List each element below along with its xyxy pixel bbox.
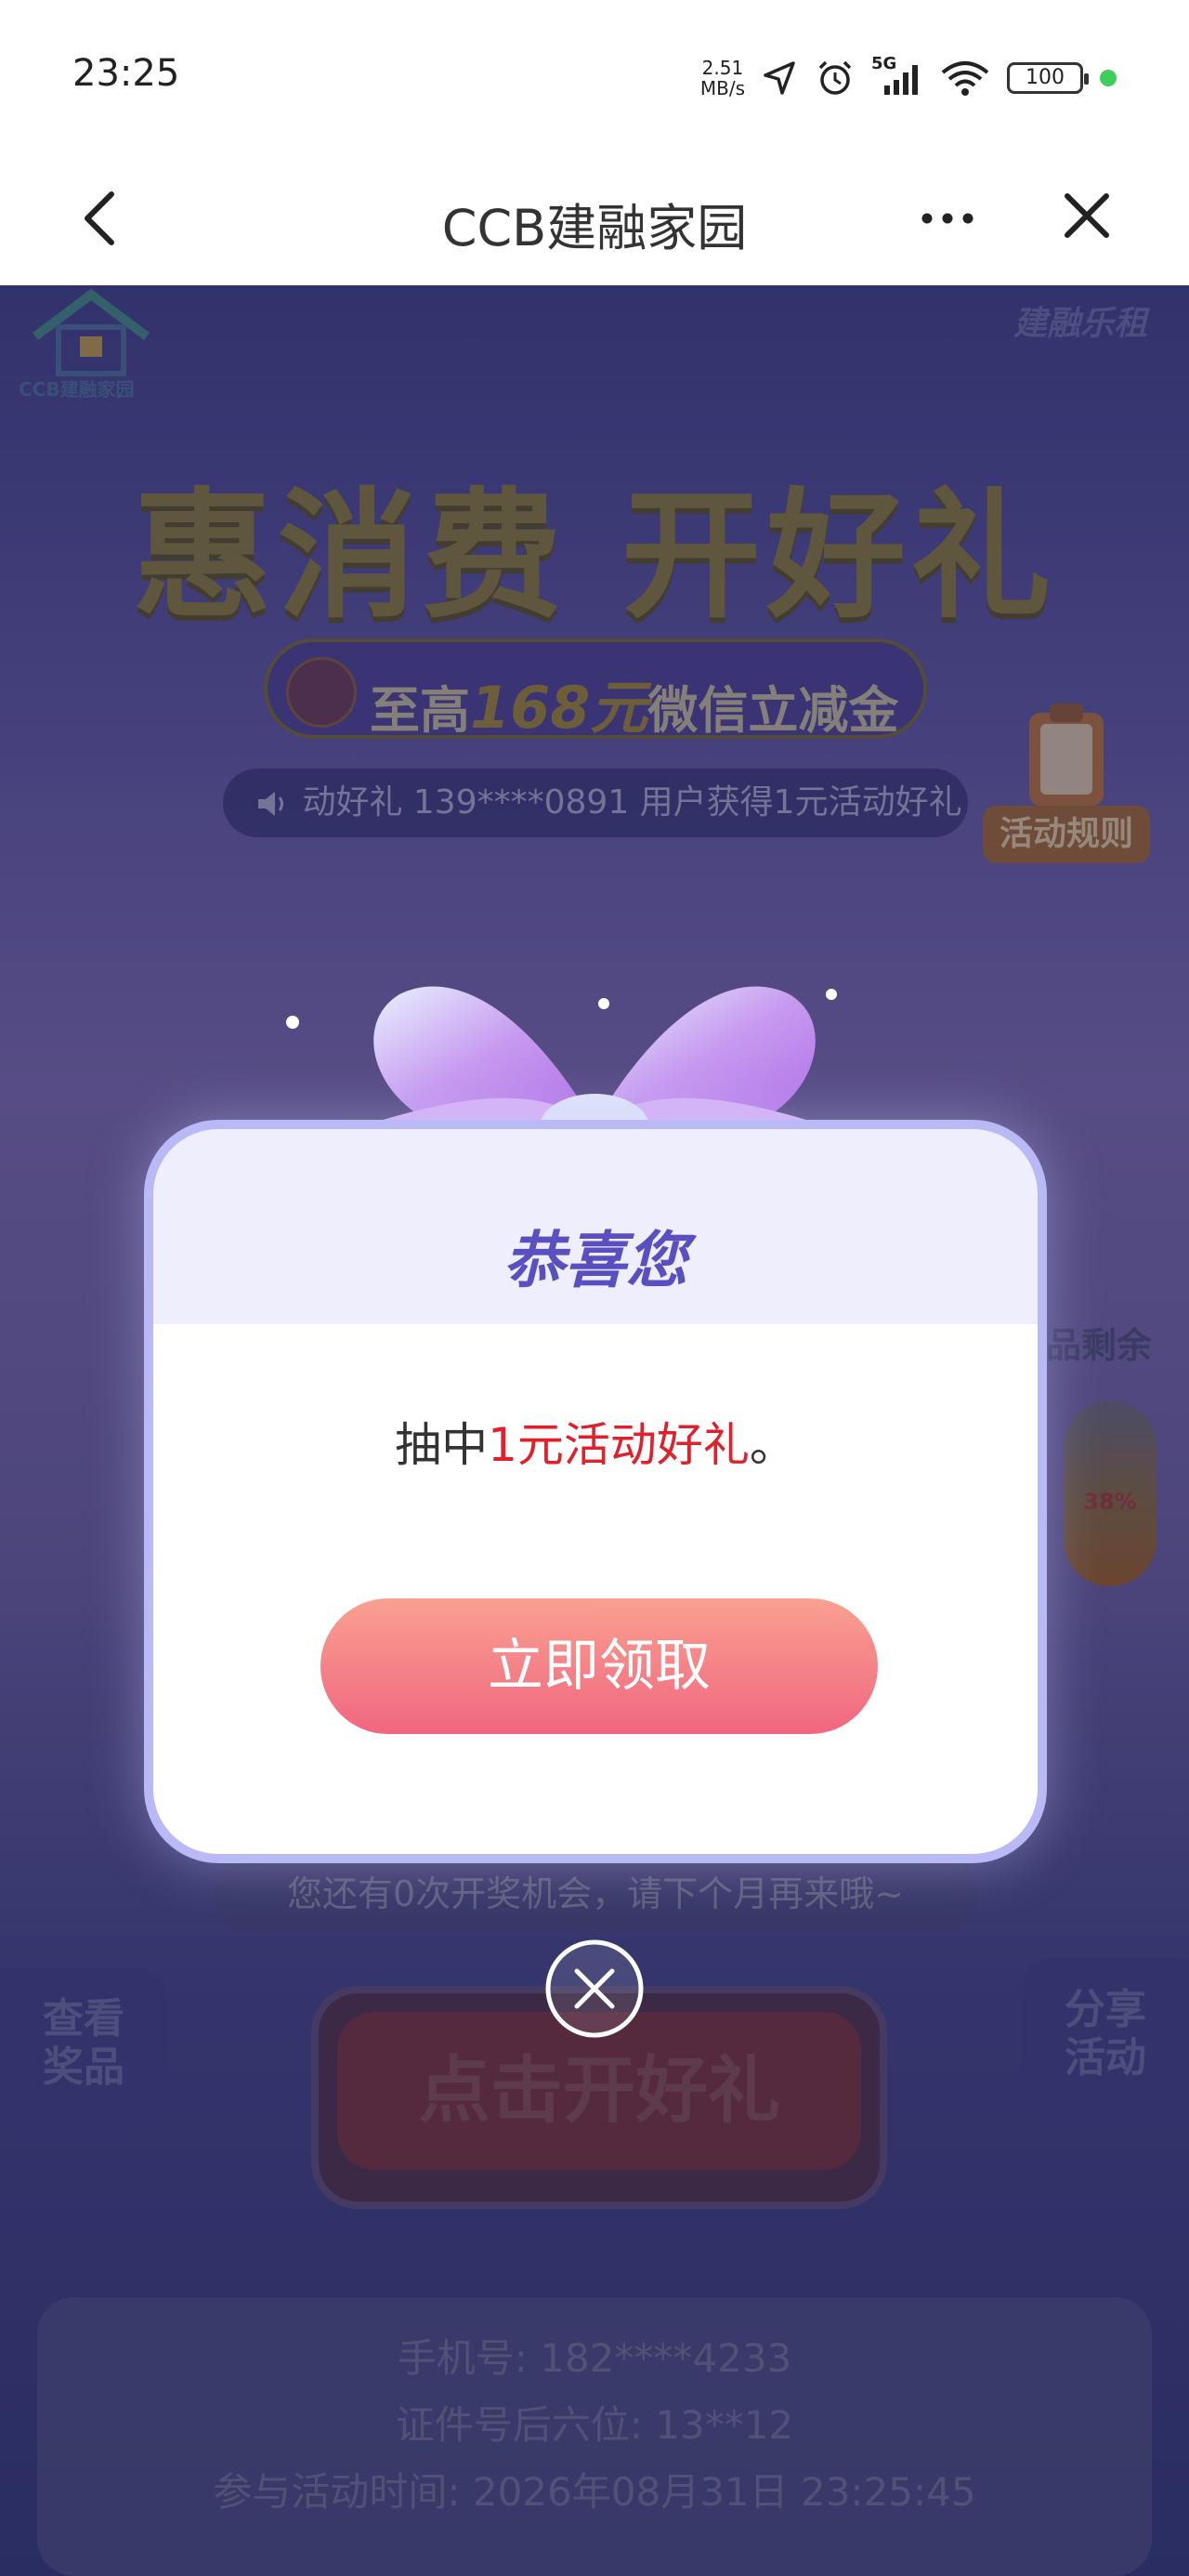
message-prefix: 抽中 (395, 1418, 489, 1472)
more-icon[interactable] (915, 191, 980, 246)
claim-now-button[interactable]: 立即领取 (320, 1598, 878, 1734)
congrats-dialog: 恭喜您 抽中1元活动好礼。 立即领取 (144, 1120, 1047, 1863)
wifi-icon (941, 61, 989, 96)
status-icons: 2.51 MB/s 5G 100 (700, 54, 1117, 102)
page-title: CCB建融家园 (441, 199, 748, 257)
battery-indicator: 100 (1007, 62, 1089, 94)
location-icon (764, 61, 795, 95)
dialog-body (153, 1324, 1038, 1854)
network-speed-value: 2.51 (701, 57, 744, 79)
message-suffix: 。 (749, 1418, 796, 1472)
network-speed: 2.51 MB/s (700, 58, 745, 99)
close-circle-icon[interactable] (543, 1938, 646, 2040)
status-time: 23:25 (72, 52, 180, 95)
close-icon[interactable] (1054, 179, 1119, 254)
privacy-dot (1100, 70, 1117, 86)
prize-name: 1元活动好礼 (488, 1418, 750, 1472)
dialog-message: 抽中1元活动好礼。 (153, 1408, 1038, 1475)
dialog-title: 恭喜您 (503, 1225, 687, 1296)
alarm-icon (818, 60, 852, 95)
signal-5g-icon: 5G (871, 54, 923, 97)
network-speed-unit: MB/s (699, 77, 745, 99)
nav-header: CCB建融家园 (0, 153, 1189, 285)
status-bar: 23:25 2.51 MB/s 5G 100 (0, 0, 1189, 153)
